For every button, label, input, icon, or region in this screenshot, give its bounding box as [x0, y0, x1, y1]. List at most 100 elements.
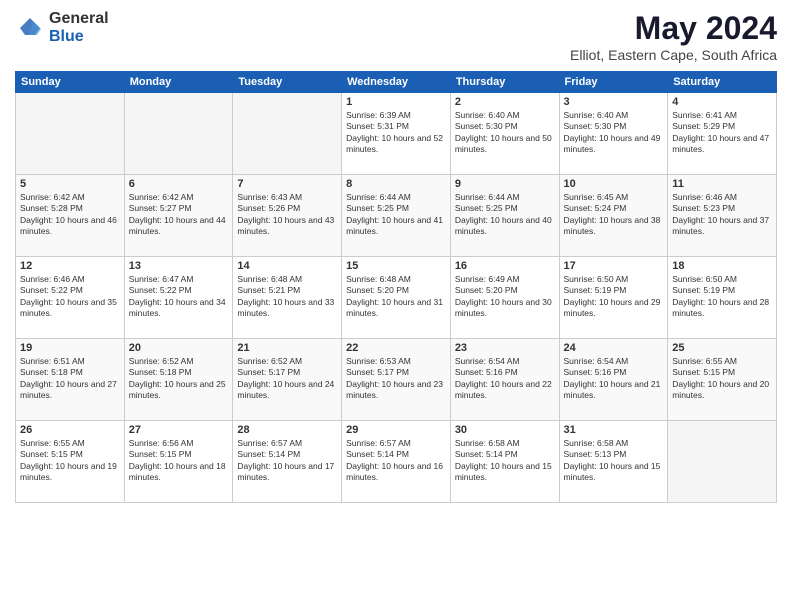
cell-1-4: 1 Sunrise: 6:39 AM Sunset: 5:31 PM Daylig…	[342, 93, 451, 175]
cell-2-7: 11 Sunrise: 6:46 AM Sunset: 5:23 PM Dayli…	[668, 175, 777, 257]
header-thursday: Thursday	[450, 72, 559, 93]
header-friday: Friday	[559, 72, 668, 93]
logo-text: General Blue	[49, 10, 109, 45]
cell-4-2: 20 Sunrise: 6:52 AM Sunset: 5:18 PM Dayli…	[124, 339, 233, 421]
cell-2-5: 9Sunrise: 6:44 AM Sunset: 5:25 PM Daylig…	[450, 175, 559, 257]
cell-2-2: 6Sunrise: 6:42 AM Sunset: 5:27 PM Daylig…	[124, 175, 233, 257]
day-number: 29	[346, 424, 446, 436]
cell-2-3: 7 Sunrise: 6:43 AM Sunset: 5:26 PM Daylig…	[233, 175, 342, 257]
day-info: Sunrise: 6:47 AM Sunset: 5:22 PM Dayligh…	[129, 274, 229, 320]
day-info: Sunrise: 6:53 AM Sunset: 5:17 PM Dayligh…	[346, 356, 446, 402]
day-info: Sunrise: 6:48 AM Sunset: 5:20 PM Dayligh…	[346, 274, 446, 320]
day-number: 12	[20, 260, 120, 272]
cell-3-6: 17Sunrise: 6:50 AM Sunset: 5:19 PM Dayli…	[559, 257, 668, 339]
calendar-header: Sunday Monday Tuesday Wednesday Thursday…	[16, 72, 777, 93]
page: General Blue May 2024 Elliot, Eastern Ca…	[0, 0, 792, 612]
cell-5-1: 26 Sunrise: 6:55 AM Sunset: 5:15 PM Dayli…	[16, 421, 125, 503]
cell-5-7	[668, 421, 777, 503]
cell-3-4: 15Sunrise: 6:48 AM Sunset: 5:20 PM Dayli…	[342, 257, 451, 339]
day-info: Sunrise: 6:55 AM Sunset: 5:15 PM Dayligh…	[20, 438, 120, 484]
day-number: 20	[129, 342, 229, 354]
calendar-body: 1 Sunrise: 6:39 AM Sunset: 5:31 PM Daylig…	[16, 93, 777, 503]
day-info: Sunrise: 6:40 AM Sunset: 5:30 PM Dayligh…	[564, 110, 664, 156]
day-info: Sunrise: 6:50 AM Sunset: 5:19 PM Dayligh…	[672, 274, 772, 320]
cell-4-6: 24 Sunrise: 6:54 AM Sunset: 5:16 PM Dayli…	[559, 339, 668, 421]
cell-4-3: 21 Sunrise: 6:52 AM Sunset: 5:17 PM Dayli…	[233, 339, 342, 421]
cell-3-5: 16 Sunrise: 6:49 AM Sunset: 5:20 PM Dayli…	[450, 257, 559, 339]
cell-1-7: 4 Sunrise: 6:41 AM Sunset: 5:29 PM Daylig…	[668, 93, 777, 175]
day-info: Sunrise: 6:43 AM Sunset: 5:26 PM Dayligh…	[237, 192, 337, 238]
day-number: 17	[564, 260, 664, 272]
day-number: 6	[129, 178, 229, 190]
cell-3-7: 18 Sunrise: 6:50 AM Sunset: 5:19 PM Dayli…	[668, 257, 777, 339]
subtitle: Elliot, Eastern Cape, South Africa	[570, 47, 777, 63]
week-row-3: 12Sunrise: 6:46 AM Sunset: 5:22 PM Dayli…	[16, 257, 777, 339]
day-info: Sunrise: 6:44 AM Sunset: 5:25 PM Dayligh…	[346, 192, 446, 238]
day-info: Sunrise: 6:58 AM Sunset: 5:13 PM Dayligh…	[564, 438, 664, 484]
day-number: 3	[564, 96, 664, 108]
cell-1-6: 3 Sunrise: 6:40 AM Sunset: 5:30 PM Daylig…	[559, 93, 668, 175]
day-info: Sunrise: 6:49 AM Sunset: 5:20 PM Dayligh…	[455, 274, 555, 320]
header-saturday: Saturday	[668, 72, 777, 93]
week-row-4: 19 Sunrise: 6:51 AM Sunset: 5:18 PM Dayli…	[16, 339, 777, 421]
day-info: Sunrise: 6:57 AM Sunset: 5:14 PM Dayligh…	[237, 438, 337, 484]
day-info: Sunrise: 6:45 AM Sunset: 5:24 PM Dayligh…	[564, 192, 664, 238]
day-number: 9	[455, 178, 555, 190]
cell-5-2: 27 Sunrise: 6:56 AM Sunset: 5:15 PM Dayli…	[124, 421, 233, 503]
logo-blue: Blue	[49, 28, 109, 46]
day-number: 2	[455, 96, 555, 108]
cell-1-1	[16, 93, 125, 175]
main-title: May 2024	[570, 10, 777, 47]
header-tuesday: Tuesday	[233, 72, 342, 93]
day-number: 7	[237, 178, 337, 190]
day-number: 16	[455, 260, 555, 272]
day-info: Sunrise: 6:46 AM Sunset: 5:23 PM Dayligh…	[672, 192, 772, 238]
day-number: 1	[346, 96, 446, 108]
day-info: Sunrise: 6:58 AM Sunset: 5:14 PM Dayligh…	[455, 438, 555, 484]
day-number: 28	[237, 424, 337, 436]
day-number: 27	[129, 424, 229, 436]
day-info: Sunrise: 6:56 AM Sunset: 5:15 PM Dayligh…	[129, 438, 229, 484]
day-info: Sunrise: 6:39 AM Sunset: 5:31 PM Dayligh…	[346, 110, 446, 156]
cell-4-7: 25Sunrise: 6:55 AM Sunset: 5:15 PM Dayli…	[668, 339, 777, 421]
day-info: Sunrise: 6:41 AM Sunset: 5:29 PM Dayligh…	[672, 110, 772, 156]
day-info: Sunrise: 6:52 AM Sunset: 5:18 PM Dayligh…	[129, 356, 229, 402]
logo: General Blue	[15, 10, 109, 45]
week-row-2: 5Sunrise: 6:42 AM Sunset: 5:28 PM Daylig…	[16, 175, 777, 257]
day-info: Sunrise: 6:52 AM Sunset: 5:17 PM Dayligh…	[237, 356, 337, 402]
cell-4-1: 19 Sunrise: 6:51 AM Sunset: 5:18 PM Dayli…	[16, 339, 125, 421]
cell-4-5: 23Sunrise: 6:54 AM Sunset: 5:16 PM Dayli…	[450, 339, 559, 421]
day-number: 8	[346, 178, 446, 190]
day-number: 26	[20, 424, 120, 436]
day-number: 4	[672, 96, 772, 108]
cell-1-2	[124, 93, 233, 175]
day-number: 10	[564, 178, 664, 190]
cell-4-4: 22 Sunrise: 6:53 AM Sunset: 5:17 PM Dayli…	[342, 339, 451, 421]
day-number: 24	[564, 342, 664, 354]
day-info: Sunrise: 6:48 AM Sunset: 5:21 PM Dayligh…	[237, 274, 337, 320]
cell-3-1: 12Sunrise: 6:46 AM Sunset: 5:22 PM Dayli…	[16, 257, 125, 339]
logo-general: General	[49, 10, 109, 28]
cell-3-3: 14Sunrise: 6:48 AM Sunset: 5:21 PM Dayli…	[233, 257, 342, 339]
day-number: 25	[672, 342, 772, 354]
cell-2-4: 8 Sunrise: 6:44 AM Sunset: 5:25 PM Daylig…	[342, 175, 451, 257]
day-info: Sunrise: 6:54 AM Sunset: 5:16 PM Dayligh…	[455, 356, 555, 402]
day-number: 30	[455, 424, 555, 436]
day-info: Sunrise: 6:40 AM Sunset: 5:30 PM Dayligh…	[455, 110, 555, 156]
day-number: 19	[20, 342, 120, 354]
day-info: Sunrise: 6:51 AM Sunset: 5:18 PM Dayligh…	[20, 356, 120, 402]
title-block: May 2024 Elliot, Eastern Cape, South Afr…	[570, 10, 777, 63]
calendar-table: Sunday Monday Tuesday Wednesday Thursday…	[15, 71, 777, 503]
day-number: 5	[20, 178, 120, 190]
day-number: 21	[237, 342, 337, 354]
week-row-1: 1 Sunrise: 6:39 AM Sunset: 5:31 PM Daylig…	[16, 93, 777, 175]
header-sunday: Sunday	[16, 72, 125, 93]
day-number: 11	[672, 178, 772, 190]
cell-1-3	[233, 93, 342, 175]
day-number: 22	[346, 342, 446, 354]
day-number: 18	[672, 260, 772, 272]
day-info: Sunrise: 6:54 AM Sunset: 5:16 PM Dayligh…	[564, 356, 664, 402]
cell-5-3: 28 Sunrise: 6:57 AM Sunset: 5:14 PM Dayli…	[233, 421, 342, 503]
logo-icon	[15, 13, 45, 43]
day-info: Sunrise: 6:57 AM Sunset: 5:14 PM Dayligh…	[346, 438, 446, 484]
